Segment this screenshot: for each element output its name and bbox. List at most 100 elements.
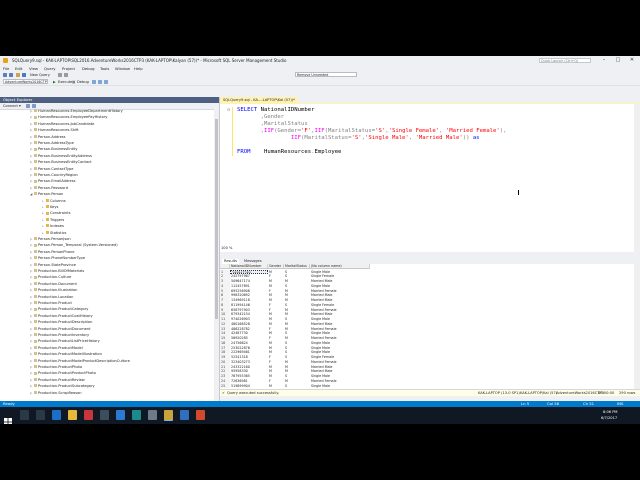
app-icon-6[interactable] — [196, 410, 205, 420]
app-icon-5[interactable] — [180, 410, 189, 420]
tree-item[interactable]: ▷ Person.BusinessEntityAddress — [30, 154, 92, 159]
back-icon[interactable] — [3, 72, 7, 77]
tree-item[interactable]: ▷ Person.EmailAddress — [30, 179, 76, 184]
tree-item[interactable]: ▷ Production.ScrapReason — [30, 391, 82, 396]
tree-item[interactable]: ▹ Constraints — [42, 211, 71, 216]
tab-results[interactable]: Results — [222, 258, 239, 264]
tree-item[interactable]: ▷ HumanResources.Shift — [30, 128, 79, 133]
tree-item[interactable]: ▷ Person.PhoneNumberType — [30, 256, 85, 261]
grid-column-header[interactable]: NationalIDNumber — [230, 264, 268, 269]
tree-item[interactable]: ▷ Person.PersonPhone — [30, 250, 74, 255]
quick-launch-input[interactable]: Quick Launch (Ctrl+Q) — [539, 57, 591, 63]
tree-item[interactable]: ▷ Person.ContactType — [30, 167, 73, 172]
parse-icon[interactable] — [92, 79, 96, 84]
grid-column-header[interactable]: Gender — [268, 264, 284, 269]
grid-column-header[interactable]: MaritalStatus — [284, 264, 310, 269]
display-plan-icon[interactable] — [98, 79, 102, 84]
close-button[interactable]: ✕ — [626, 57, 638, 64]
table-cell[interactable]: 519899904 — [230, 384, 268, 389]
redo-icon[interactable] — [64, 72, 68, 77]
app-icon-4[interactable] — [148, 410, 157, 420]
tree-item[interactable]: ▷ Production.ProductDocument — [30, 327, 91, 332]
tree-item[interactable]: ▷ Production.Product — [30, 301, 72, 306]
editor-scrollbar[interactable] — [634, 104, 640, 252]
tree-item[interactable]: ▷ Production.Document — [30, 282, 77, 287]
tree-item[interactable]: ▹ Columns — [42, 199, 66, 204]
tree-item[interactable]: ▷ Production.Culture — [30, 275, 71, 280]
execute-icon[interactable]: ▶ — [53, 80, 56, 84]
tree-item[interactable]: ▷ Person.AddressType — [30, 141, 74, 146]
tree-item[interactable]: ▹ Keys — [42, 205, 58, 210]
tree-item[interactable]: ▷ HumanResources.JobCandidate — [30, 122, 94, 127]
undo-icon[interactable] — [58, 72, 62, 77]
tree-item[interactable]: ▷ Production.ProductReview — [30, 378, 85, 383]
tab-messages[interactable]: Messages — [242, 259, 264, 264]
stop-icon[interactable]: ■ — [72, 80, 75, 84]
tree-item[interactable]: ▷ Production.BillOfMaterials — [30, 269, 84, 274]
tree-item[interactable]: ▷ Production.ProductProductPhoto — [30, 371, 96, 376]
tree-item[interactable]: ▷ Person.BusinessEntity — [30, 147, 78, 152]
tree-item[interactable]: ▷ Production.ProductModelProductDescripti… — [30, 359, 130, 364]
minimize-button[interactable]: – — [598, 57, 610, 64]
table-cell[interactable]: Single Male — [310, 384, 370, 389]
search-combo[interactable]: Remove Unneeded — [295, 72, 357, 77]
clock-time[interactable]: 8:06 PM — [603, 410, 617, 414]
grid-column-header[interactable]: (No column name) — [310, 264, 370, 269]
opera-icon[interactable] — [84, 410, 93, 420]
debug-button[interactable]: Debug — [77, 80, 89, 84]
tree-item[interactable]: ▷ Production.ProductCategory — [30, 307, 88, 312]
refresh-icon[interactable] — [32, 104, 36, 108]
tree-item[interactable]: ▷ Person.BusinessEntityContact — [30, 160, 92, 165]
filter-icon[interactable] — [26, 104, 30, 108]
new-query-button[interactable]: New Query — [30, 73, 50, 77]
tree-item[interactable]: ▷ Person.PersonJson — [30, 237, 71, 242]
tree-item[interactable]: ▷ Person.Address — [30, 135, 66, 140]
tree-item[interactable]: ▷ Production.ProductCostHistory — [30, 314, 93, 319]
tree-item[interactable]: ▷ Production.Location — [30, 295, 73, 300]
clock-date[interactable]: 6/7/2017 — [601, 416, 617, 420]
table-cell[interactable]: S — [284, 384, 310, 389]
tree-item[interactable]: ◢ Person.Person — [30, 192, 63, 197]
table-cell[interactable]: M — [268, 384, 284, 389]
execute-button[interactable]: Execute — [58, 80, 72, 84]
edge-icon[interactable] — [52, 410, 61, 420]
app-icon-2[interactable] — [116, 410, 125, 420]
query-editor[interactable]: ⊟ SELECT NationalIDNumber ,Gender ,Marit… — [220, 104, 634, 252]
results-scrollbar[interactable] — [634, 264, 640, 389]
explorer-icon[interactable] — [68, 410, 77, 420]
tree-item[interactable]: ▷ HumanResources.EmployeePayHistory — [30, 115, 107, 120]
tree-item[interactable]: ▷ Production.ProductInventory — [30, 333, 89, 338]
database-combo[interactable]: AdventureWorks2016CTP3 — [3, 79, 48, 84]
tree-item[interactable]: ▷ Person.CountryRegion — [30, 173, 78, 178]
tree-item[interactable]: ▷ Person.Password — [30, 186, 68, 191]
row-number[interactable]: 25 — [220, 383, 230, 389]
zoom-level[interactable]: 100 % — [221, 246, 232, 250]
app-icon-3[interactable] — [132, 410, 141, 420]
tree-item[interactable]: ▷ Production.ProductSubcategory — [30, 384, 95, 389]
ssms-taskbar-icon[interactable] — [164, 410, 173, 421]
tree-item[interactable]: ▹ Triggers — [42, 218, 64, 223]
tree-item[interactable]: ▹ Statistics — [42, 231, 66, 236]
forward-icon[interactable] — [9, 72, 13, 77]
tree-item[interactable]: ▹ Indexes — [42, 224, 64, 229]
results-grid-icon[interactable] — [104, 79, 108, 84]
app-icon-1[interactable] — [100, 410, 109, 420]
tree-item[interactable]: ▷ Production.ProductDescription — [30, 320, 92, 325]
connect-button[interactable]: Connect ▾ — [3, 104, 21, 108]
search-icon[interactable] — [20, 410, 29, 420]
maximize-button[interactable]: □ — [612, 57, 624, 64]
save-icon[interactable] — [22, 72, 26, 77]
open-icon[interactable] — [16, 72, 20, 77]
tree-item[interactable]: ▷ Production.ProductListPriceHistory — [30, 339, 100, 344]
collapse-icon[interactable]: ⊟ — [227, 107, 230, 112]
tree-item[interactable]: ▷ Person.Person_Temporal (System-Versione… — [30, 243, 118, 248]
task-view-icon[interactable] — [36, 410, 45, 420]
grid-corner[interactable] — [220, 264, 230, 269]
tree-item[interactable]: ▷ Person.StateProvince — [30, 263, 76, 268]
tree-item[interactable]: ▷ Production.ProductModelIllustration — [30, 352, 102, 357]
start-icon[interactable] — [4, 411, 12, 424]
tree-item[interactable]: ▷ Production.Illustration — [30, 288, 77, 293]
tree-item[interactable]: ▷ Production.ProductPhoto — [30, 365, 82, 370]
object-explorer-scroll-thumb[interactable] — [215, 119, 218, 319]
tree-item[interactable]: ▷ HumanResources.EmployeeDepartmentHistor… — [30, 109, 123, 114]
